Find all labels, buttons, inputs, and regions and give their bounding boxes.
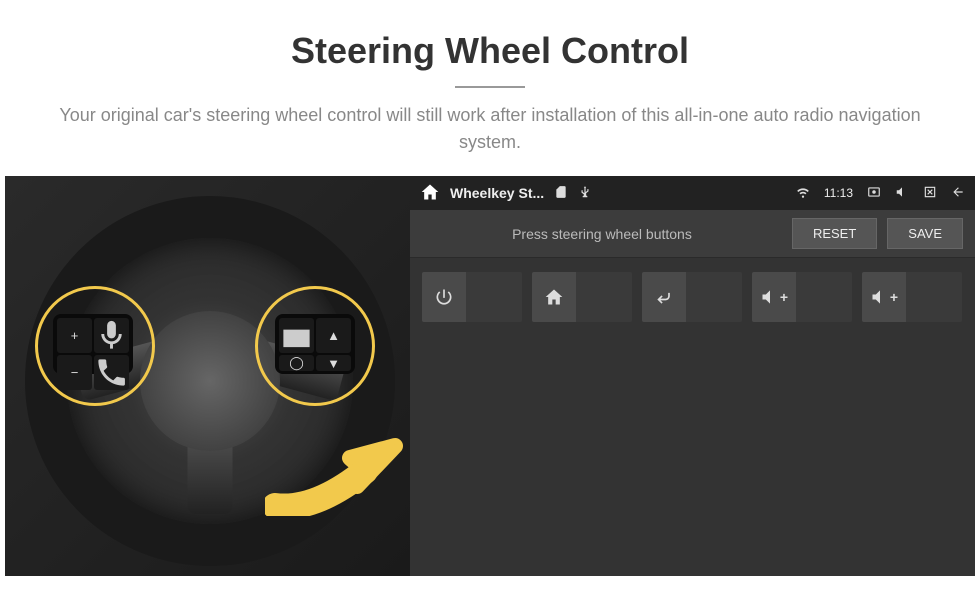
reset-button[interactable]: RESET <box>792 218 877 249</box>
head-unit-screen: Wheelkey St... 11:13 <box>410 176 975 576</box>
highlight-circle-right <box>255 286 375 406</box>
app-title: Wheelkey St... <box>450 185 544 201</box>
return-icon <box>642 272 686 322</box>
grid-cell-volup-1[interactable]: + <box>752 272 852 322</box>
mute-icon[interactable] <box>895 185 909 202</box>
power-icon <box>422 272 466 322</box>
title-divider <box>455 86 525 88</box>
toolbar-prompt: Press steering wheel buttons <box>422 226 782 242</box>
steering-wheel-photo: + − ▲ ◯ ▼ <box>5 176 410 576</box>
home-icon[interactable] <box>420 182 440 205</box>
grid-cell-back[interactable] <box>642 272 742 322</box>
clock-time: 11:13 <box>824 186 853 200</box>
wifi-icon <box>796 185 810 202</box>
screenshot-icon[interactable] <box>867 185 881 202</box>
arrow-icon <box>265 436 410 516</box>
grid-cell-home[interactable] <box>532 272 632 322</box>
sd-card-icon <box>554 185 568 202</box>
grid-cell-volup-2[interactable]: + <box>862 272 962 322</box>
home-icon <box>532 272 576 322</box>
content-panel: + − ▲ ◯ ▼ <box>5 176 975 576</box>
back-icon[interactable] <box>951 185 965 202</box>
close-app-icon[interactable] <box>923 185 937 202</box>
volume-up-icon: + <box>862 272 906 322</box>
button-grid: + + <box>410 258 975 336</box>
grid-cell-power[interactable] <box>422 272 522 322</box>
toolbar: Press steering wheel buttons RESET SAVE <box>410 210 975 258</box>
page-title: Steering Wheel Control <box>40 30 940 72</box>
page-subtitle: Your original car's steering wheel contr… <box>50 102 930 156</box>
status-bar: Wheelkey St... 11:13 <box>410 176 975 210</box>
usb-icon <box>578 185 592 202</box>
volume-up-icon: + <box>752 272 796 322</box>
highlight-circle-left <box>35 286 155 406</box>
save-button[interactable]: SAVE <box>887 218 963 249</box>
